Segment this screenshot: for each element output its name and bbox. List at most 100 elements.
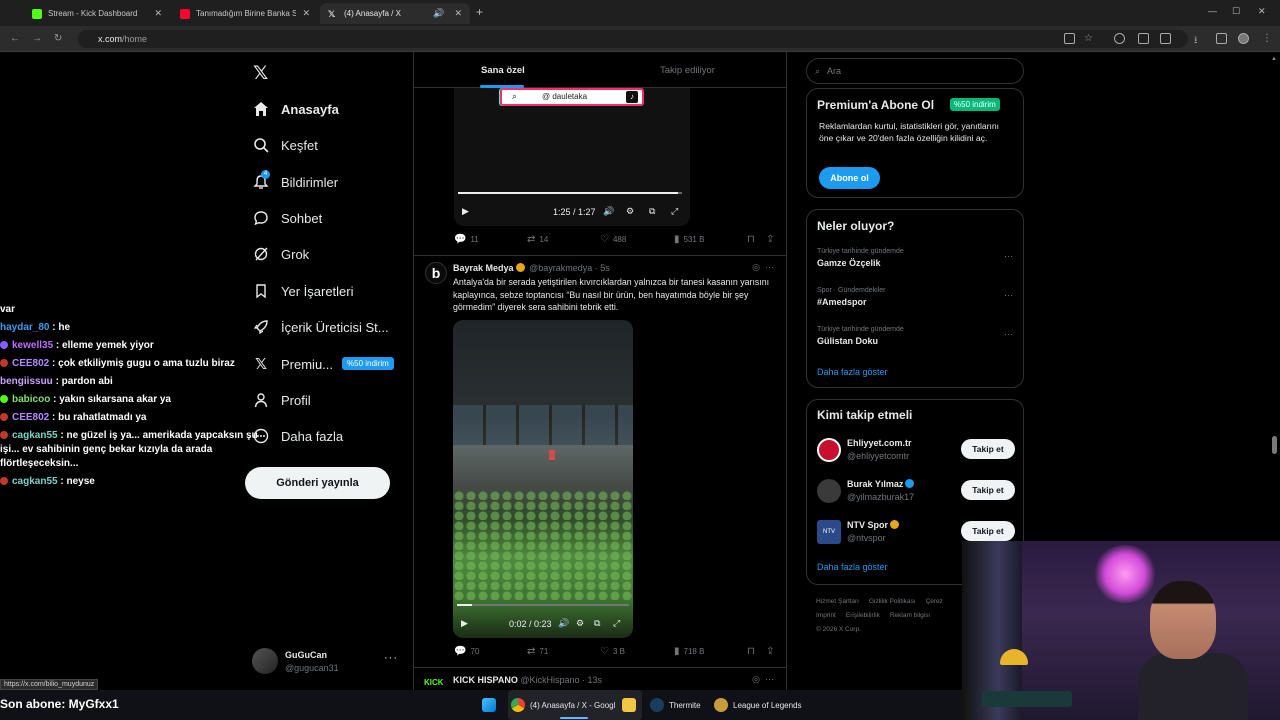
follow-button[interactable]: Takip et xyxy=(961,439,1015,459)
close-icon[interactable]: ✕ xyxy=(302,8,310,19)
video-player[interactable]: ▶ 0:02 / 0:23 🔊 ⚙ ⧉ ⤢ xyxy=(453,320,633,638)
close-icon[interactable]: ✕ xyxy=(154,8,162,19)
back-icon[interactable]: ← xyxy=(10,33,20,44)
video-player[interactable]: ⌕ @ dauletaka ♪ ▶ 1:25 / 1:27 🔊 ⚙ ⧉ ⤢ xyxy=(454,86,690,226)
footer-link[interactable]: Hizmet Şartları xyxy=(816,598,859,605)
taskbar-chrome[interactable]: (4) Anasayfa / X - Googl xyxy=(511,696,615,714)
settings-icon[interactable]: ⚙ xyxy=(626,206,634,217)
tab-kick-dashboard[interactable]: Stream - Kick Dashboard ✕ xyxy=(24,3,170,24)
start-button[interactable] xyxy=(482,696,501,714)
volume-icon[interactable]: 🔊 xyxy=(558,618,569,629)
nav-grok[interactable]: Grok xyxy=(252,242,309,266)
maximize-button[interactable]: ☐ xyxy=(1232,6,1240,17)
subscribe-button[interactable]: Abone ol xyxy=(819,167,880,189)
account-switcher[interactable]: GuGuCan @gugucan31 ··· xyxy=(252,648,402,680)
bookmark-button[interactable]: ⊓ xyxy=(747,234,759,245)
window-close-button[interactable]: ✕ xyxy=(1258,6,1266,17)
fullscreen-icon[interactable]: ⤢ xyxy=(671,206,678,217)
pip-icon[interactable]: ⧉ xyxy=(649,206,655,217)
download-icon[interactable]: ⭳ xyxy=(1194,33,1198,50)
tab-youtube-video[interactable]: Tanımadığım Birine Banka Soyd... ✕ xyxy=(172,3,318,24)
settings-icon[interactable]: ⚙ xyxy=(576,618,584,629)
new-tab-button[interactable]: + xyxy=(476,5,483,19)
more-dots-icon[interactable]: ··· xyxy=(1004,290,1013,300)
profile-avatar-icon[interactable] xyxy=(1238,33,1249,44)
footer-link[interactable]: Reklam bilgisi xyxy=(890,612,930,619)
avatar[interactable]: KICK xyxy=(424,676,448,690)
follow-suggestion[interactable]: Ehliyyet.com.tr @ehliyyetcomtr Takip et xyxy=(817,436,1015,464)
tab-for-you[interactable]: Sana özel xyxy=(481,65,525,76)
like-button[interactable]: ♡ 3 B xyxy=(600,646,625,657)
taskbar-steam[interactable]: Thermite xyxy=(650,696,701,714)
tab-x-home[interactable]: 𝕏 (4) Anasayfa / X 🔊 ✕ xyxy=(320,3,470,24)
scroll-up-icon[interactable]: ▲ xyxy=(1271,56,1277,62)
fullscreen-icon[interactable]: ⤢ xyxy=(613,618,620,629)
views-button[interactable]: ▮ 718 B xyxy=(674,646,704,657)
speaker-icon[interactable]: 🔊 xyxy=(433,8,444,19)
repost-button[interactable]: ⇄ 71 xyxy=(527,646,548,657)
nav-chat[interactable]: Sohbet xyxy=(252,206,322,230)
share-button[interactable]: ⇪ xyxy=(766,234,778,245)
premium-discount-badge[interactable]: %50 indirim xyxy=(342,357,394,370)
follow-button[interactable]: Takip et xyxy=(961,480,1015,500)
reload-icon[interactable]: ↻ xyxy=(54,33,62,44)
post-handle[interactable]: @bayrakmedya · 5s xyxy=(529,263,610,273)
footer-link[interactable]: Çerez xyxy=(926,598,943,605)
pip-icon[interactable]: ⧉ xyxy=(594,618,600,629)
volume-icon[interactable]: 🔊 xyxy=(603,206,614,217)
follow-button[interactable]: Takip et xyxy=(961,521,1015,541)
footer-link[interactable]: Gizlilik Politikası xyxy=(869,598,916,605)
search-input[interactable]: ⌕ Ara xyxy=(806,58,1024,84)
like-button[interactable]: ♡ 488 xyxy=(600,234,626,245)
extension-icon[interactable] xyxy=(1114,33,1125,44)
tab-search-icon[interactable] xyxy=(1216,33,1227,44)
reply-button[interactable]: 💬 70 xyxy=(454,646,479,657)
avatar[interactable]: b xyxy=(425,262,447,284)
address-bar[interactable]: x.com/home xyxy=(78,30,1188,48)
bookmark-button[interactable]: ⊓ xyxy=(747,646,759,657)
reply-button[interactable]: 💬 11 xyxy=(454,234,479,245)
scrollbar-thumb[interactable] xyxy=(1272,436,1277,454)
nav-creator-studio[interactable]: İçerik Üreticisi St... xyxy=(252,315,389,339)
post-author[interactable]: Bayrak Medya xyxy=(453,263,514,273)
post-handle[interactable]: @KickHispano · 13s xyxy=(520,675,602,685)
taskbar-league[interactable]: League of Legends xyxy=(714,696,802,714)
footer-link[interactable]: Imprint xyxy=(816,612,836,619)
footer-link[interactable]: Erişilebilirlik xyxy=(846,612,880,619)
repost-button[interactable]: ⇄ 14 xyxy=(527,234,548,245)
close-icon[interactable]: ✕ xyxy=(454,8,462,19)
grok-icon[interactable]: ◎ ··· xyxy=(752,674,774,685)
menu-icon[interactable]: ⋮ xyxy=(1262,33,1272,44)
post-author[interactable]: KICK HISPANO xyxy=(453,675,518,685)
tab-following[interactable]: Takip ediliyor xyxy=(660,65,715,76)
bookmark-star-icon[interactable]: ☆ xyxy=(1084,33,1093,44)
x-logo-icon[interactable]: 𝕏 xyxy=(253,62,268,85)
play-icon[interactable]: ▶ xyxy=(461,618,468,629)
trend-item[interactable]: Türkiye tarihinde gündemde Gülistan Doku… xyxy=(817,326,1013,346)
follow-suggestion[interactable]: Burak Yılmaz @yilmazburak17 Takip et xyxy=(817,477,1015,505)
nav-home[interactable]: Anasayfa xyxy=(252,97,339,121)
grok-icon[interactable]: ◎ ··· xyxy=(752,262,774,273)
trend-item[interactable]: Türkiye tarihinde gündemde Gamze Özçelik… xyxy=(817,248,1013,268)
more-dots-icon[interactable]: ··· xyxy=(1004,329,1013,339)
nav-bookmarks[interactable]: Yer İşaretleri xyxy=(252,279,354,303)
nav-explore[interactable]: Keşfet xyxy=(252,133,318,157)
more-dots-icon[interactable]: ··· xyxy=(1004,251,1013,261)
views-button[interactable]: ▮ 531 B xyxy=(674,234,704,245)
chat-text: : bu rahatlatmadı ya xyxy=(49,412,147,423)
forward-icon[interactable]: → xyxy=(32,33,42,44)
nav-notifications[interactable]: 4 Bildirimler xyxy=(252,170,338,194)
video-progress-bar[interactable] xyxy=(458,192,682,194)
show-more-link[interactable]: Daha fazla göster xyxy=(817,562,888,572)
extension-icon[interactable] xyxy=(1138,33,1149,44)
puzzle-icon[interactable] xyxy=(1160,33,1171,44)
install-icon[interactable] xyxy=(1064,33,1075,44)
trend-item[interactable]: Spor · Gündemdekiler #Amedspor ··· xyxy=(817,287,1013,307)
play-icon[interactable]: ▶ xyxy=(462,206,469,217)
more-dots-icon[interactable]: ··· xyxy=(384,652,398,664)
video-progress-bar[interactable] xyxy=(457,604,629,606)
taskbar-explorer[interactable] xyxy=(622,696,641,714)
share-button[interactable]: ⇪ xyxy=(766,646,778,657)
minimize-button[interactable]: — xyxy=(1208,6,1217,16)
show-more-link[interactable]: Daha fazla göster xyxy=(817,367,888,377)
